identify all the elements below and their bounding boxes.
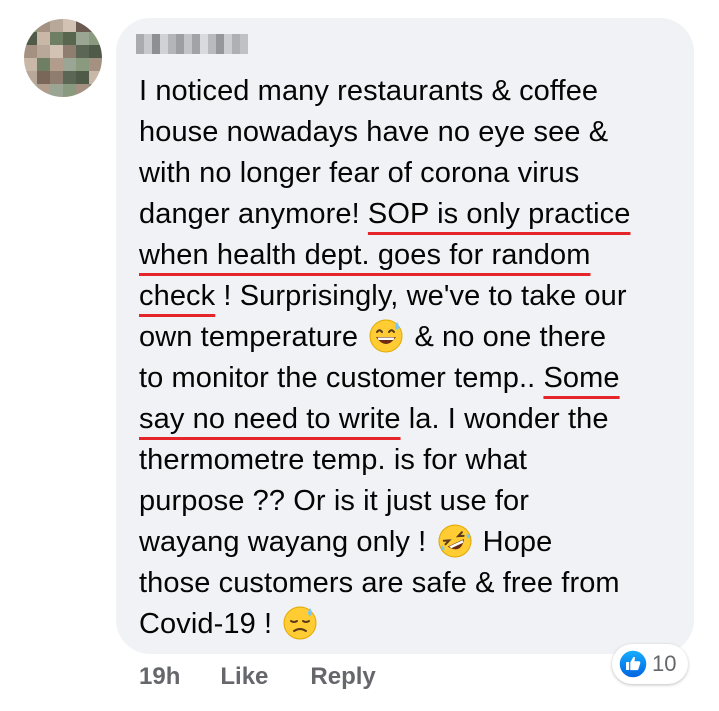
comment-line: danger anymore! SOP is only practice [139, 194, 684, 235]
thumbs-up-icon [618, 649, 648, 679]
comment-line: house nowadays have no eye see & [139, 112, 684, 153]
comment-text-segment: wayang wayang only ! [139, 526, 435, 558]
comment-line: check ! Surprisingly, we've to take our [139, 276, 684, 317]
comment-line: Covid-19 ! [139, 604, 684, 645]
comment-text-segment: danger anymore! [139, 198, 368, 230]
comment-text-segment: own temperature [139, 321, 367, 353]
grin-sweat-emoji [369, 319, 403, 353]
comment-line: own temperature & no one there [139, 317, 684, 358]
author-name-redacted[interactable] [136, 34, 248, 54]
timestamp[interactable]: 19h [139, 663, 180, 691]
comment-text-segment: la. I wonder the [400, 403, 609, 435]
comment-text-segment: thermometre temp. is for what [139, 444, 528, 476]
underlined-text: SOP is only practice [367, 198, 631, 230]
comment-line: those customers are safe & free from [139, 563, 684, 604]
comment-text-segment: & no one there [406, 321, 607, 353]
comment-line: thermometre temp. is for what [139, 440, 684, 481]
comment-text-segment: house nowadays have no eye see & [139, 116, 609, 148]
comment-line: when health dept. goes for random [139, 235, 684, 276]
comment-text-segment: those customers are safe & free from [139, 567, 620, 599]
reaction-count-badge[interactable]: 10 [612, 644, 689, 684]
reaction-count: 10 [652, 651, 677, 676]
comment-line: purpose ?? Or is it just use for [139, 481, 684, 522]
comment-text-segment: with no longer fear of corona virus [139, 157, 580, 189]
comment-text-segment: purpose ?? Or is it just use for [139, 485, 530, 517]
comment-line: say no need to write la. I wonder the [139, 399, 684, 440]
comment-text-segment: Hope [474, 526, 553, 558]
comment-line: wayang wayang only ! Hope [139, 522, 684, 563]
underlined-text: Some [543, 362, 620, 394]
underlined-text: check [139, 280, 216, 312]
comment-text-segment: Covid-19 ! [139, 608, 281, 640]
reply-button[interactable]: Reply [310, 663, 375, 691]
comment-line: with no longer fear of corona virus [139, 153, 684, 194]
comment-text-segment: to monitor the customer temp.. [139, 362, 544, 394]
comment-line: I noticed many restaurants & coffee [139, 71, 684, 112]
comment-text: I noticed many restaurants & coffee house… [139, 71, 684, 645]
comment-actions: 19h Like Reply [139, 660, 376, 694]
underlined-text: say no need to write [139, 403, 401, 435]
comment-line: to monitor the customer temp.. Some [139, 358, 684, 399]
rolling-laughing-emoji [438, 524, 471, 558]
downcast-sweat-emoji [283, 606, 317, 640]
avatar[interactable] [24, 19, 102, 97]
like-button[interactable]: Like [220, 663, 268, 691]
comment-text-segment: I noticed many restaurants & coffee [139, 75, 599, 107]
comment-text-segment: ! Surprisingly, we've to take our [215, 280, 627, 312]
underlined-text: when health dept. goes for random [139, 239, 591, 271]
